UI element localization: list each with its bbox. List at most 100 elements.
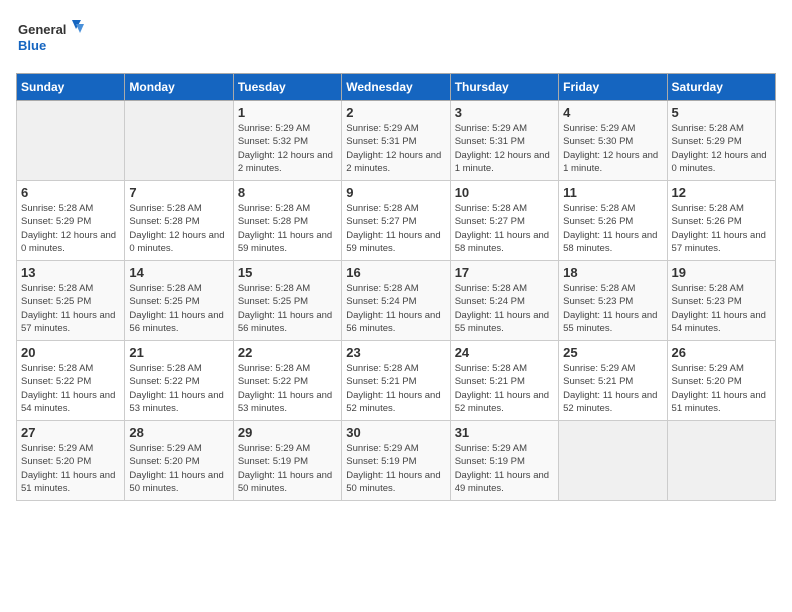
day-number: 10 [455, 185, 554, 200]
day-number: 9 [346, 185, 445, 200]
calendar-cell: 21 Sunrise: 5:28 AM Sunset: 5:22 PM Dayli… [125, 341, 233, 421]
calendar-cell: 28 Sunrise: 5:29 AM Sunset: 5:20 PM Dayli… [125, 421, 233, 501]
day-number: 29 [238, 425, 337, 440]
calendar-table: SundayMondayTuesdayWednesdayThursdayFrid… [16, 73, 776, 501]
day-number: 21 [129, 345, 228, 360]
day-info: Sunrise: 5:28 AM Sunset: 5:28 PM Dayligh… [238, 202, 337, 255]
day-info: Sunrise: 5:29 AM Sunset: 5:31 PM Dayligh… [346, 122, 445, 175]
calendar-cell: 29 Sunrise: 5:29 AM Sunset: 5:19 PM Dayli… [233, 421, 341, 501]
day-number: 26 [672, 345, 771, 360]
calendar-cell: 18Sunrise: 5:28 AM Sunset: 5:23 PM Dayli… [559, 261, 667, 341]
calendar-cell: 31 Sunrise: 5:29 AM Sunset: 5:19 PM Dayli… [450, 421, 558, 501]
day-info: Sunrise: 5:29 AM Sunset: 5:31 PM Dayligh… [455, 122, 554, 175]
calendar-cell: 7Sunrise: 5:28 AM Sunset: 5:28 PM Daylig… [125, 181, 233, 261]
day-number: 28 [129, 425, 228, 440]
calendar-cell: 3 Sunrise: 5:29 AM Sunset: 5:31 PM Daylig… [450, 101, 558, 181]
calendar-cell: 16 Sunrise: 5:28 AM Sunset: 5:24 PM Dayli… [342, 261, 450, 341]
day-number: 22 [238, 345, 337, 360]
calendar-cell [17, 101, 125, 181]
day-header-sunday: Sunday [17, 74, 125, 101]
day-info: Sunrise: 5:29 AM Sunset: 5:19 PM Dayligh… [455, 442, 554, 495]
calendar-week-3: 13 Sunrise: 5:28 AM Sunset: 5:25 PM Dayli… [17, 261, 776, 341]
day-info: Sunrise: 5:28 AM Sunset: 5:25 PM Dayligh… [21, 282, 120, 335]
calendar-cell: 15Sunrise: 5:28 AM Sunset: 5:25 PM Dayli… [233, 261, 341, 341]
day-info: Sunrise: 5:29 AM Sunset: 5:20 PM Dayligh… [21, 442, 120, 495]
day-number: 14 [129, 265, 228, 280]
calendar-cell: 23Sunrise: 5:28 AM Sunset: 5:21 PM Dayli… [342, 341, 450, 421]
day-info: Sunrise: 5:28 AM Sunset: 5:21 PM Dayligh… [346, 362, 445, 415]
calendar-cell: 2 Sunrise: 5:29 AM Sunset: 5:31 PM Daylig… [342, 101, 450, 181]
day-info: Sunrise: 5:28 AM Sunset: 5:29 PM Dayligh… [21, 202, 120, 255]
calendar-week-2: 6Sunrise: 5:28 AM Sunset: 5:29 PM Daylig… [17, 181, 776, 261]
day-number: 7 [129, 185, 228, 200]
day-info: Sunrise: 5:28 AM Sunset: 5:26 PM Dayligh… [563, 202, 662, 255]
calendar-cell: 11 Sunrise: 5:28 AM Sunset: 5:26 PM Dayli… [559, 181, 667, 261]
day-number: 24 [455, 345, 554, 360]
calendar-cell: 30Sunrise: 5:29 AM Sunset: 5:19 PM Dayli… [342, 421, 450, 501]
calendar-cell: 12 Sunrise: 5:28 AM Sunset: 5:26 PM Dayli… [667, 181, 775, 261]
day-info: Sunrise: 5:28 AM Sunset: 5:27 PM Dayligh… [346, 202, 445, 255]
calendar-cell: 19 Sunrise: 5:28 AM Sunset: 5:23 PM Dayli… [667, 261, 775, 341]
day-number: 12 [672, 185, 771, 200]
day-info: Sunrise: 5:28 AM Sunset: 5:25 PM Dayligh… [129, 282, 228, 335]
day-number: 11 [563, 185, 662, 200]
day-info: Sunrise: 5:28 AM Sunset: 5:23 PM Dayligh… [672, 282, 771, 335]
calendar-cell: 22 Sunrise: 5:28 AM Sunset: 5:22 PM Dayli… [233, 341, 341, 421]
day-number: 8 [238, 185, 337, 200]
day-info: Sunrise: 5:28 AM Sunset: 5:26 PM Dayligh… [672, 202, 771, 255]
day-header-thursday: Thursday [450, 74, 558, 101]
calendar-cell: 24 Sunrise: 5:28 AM Sunset: 5:21 PM Dayli… [450, 341, 558, 421]
calendar-cell: 20 Sunrise: 5:28 AM Sunset: 5:22 PM Dayli… [17, 341, 125, 421]
day-info: Sunrise: 5:28 AM Sunset: 5:22 PM Dayligh… [21, 362, 120, 415]
calendar-cell: 8 Sunrise: 5:28 AM Sunset: 5:28 PM Daylig… [233, 181, 341, 261]
day-info: Sunrise: 5:29 AM Sunset: 5:21 PM Dayligh… [563, 362, 662, 415]
calendar-cell [559, 421, 667, 501]
day-info: Sunrise: 5:28 AM Sunset: 5:22 PM Dayligh… [238, 362, 337, 415]
day-number: 2 [346, 105, 445, 120]
day-number: 20 [21, 345, 120, 360]
day-info: Sunrise: 5:28 AM Sunset: 5:21 PM Dayligh… [455, 362, 554, 415]
day-info: Sunrise: 5:29 AM Sunset: 5:30 PM Dayligh… [563, 122, 662, 175]
day-number: 5 [672, 105, 771, 120]
calendar-header-row: SundayMondayTuesdayWednesdayThursdayFrid… [17, 74, 776, 101]
calendar-cell [667, 421, 775, 501]
calendar-cell: 26Sunrise: 5:29 AM Sunset: 5:20 PM Dayli… [667, 341, 775, 421]
calendar-cell: 13 Sunrise: 5:28 AM Sunset: 5:25 PM Dayli… [17, 261, 125, 341]
day-header-wednesday: Wednesday [342, 74, 450, 101]
day-number: 27 [21, 425, 120, 440]
day-info: Sunrise: 5:28 AM Sunset: 5:29 PM Dayligh… [672, 122, 771, 175]
day-info: Sunrise: 5:28 AM Sunset: 5:24 PM Dayligh… [346, 282, 445, 335]
calendar-cell: 27 Sunrise: 5:29 AM Sunset: 5:20 PM Dayli… [17, 421, 125, 501]
day-number: 13 [21, 265, 120, 280]
day-header-tuesday: Tuesday [233, 74, 341, 101]
day-info: Sunrise: 5:28 AM Sunset: 5:22 PM Dayligh… [129, 362, 228, 415]
day-info: Sunrise: 5:28 AM Sunset: 5:27 PM Dayligh… [455, 202, 554, 255]
day-number: 17 [455, 265, 554, 280]
header: General Blue [16, 16, 776, 61]
svg-text:General: General [18, 22, 66, 37]
logo-svg: General Blue [16, 16, 86, 61]
day-info: Sunrise: 5:29 AM Sunset: 5:19 PM Dayligh… [238, 442, 337, 495]
svg-text:Blue: Blue [18, 38, 46, 53]
day-number: 16 [346, 265, 445, 280]
calendar-cell: 5 Sunrise: 5:28 AM Sunset: 5:29 PM Daylig… [667, 101, 775, 181]
day-number: 4 [563, 105, 662, 120]
day-info: Sunrise: 5:29 AM Sunset: 5:32 PM Dayligh… [238, 122, 337, 175]
day-info: Sunrise: 5:28 AM Sunset: 5:23 PM Dayligh… [563, 282, 662, 335]
calendar-cell: 6Sunrise: 5:28 AM Sunset: 5:29 PM Daylig… [17, 181, 125, 261]
day-header-saturday: Saturday [667, 74, 775, 101]
day-number: 3 [455, 105, 554, 120]
calendar-week-4: 20 Sunrise: 5:28 AM Sunset: 5:22 PM Dayli… [17, 341, 776, 421]
calendar-cell: 1Sunrise: 5:29 AM Sunset: 5:32 PM Daylig… [233, 101, 341, 181]
day-number: 31 [455, 425, 554, 440]
day-number: 19 [672, 265, 771, 280]
day-header-friday: Friday [559, 74, 667, 101]
calendar-week-5: 27 Sunrise: 5:29 AM Sunset: 5:20 PM Dayli… [17, 421, 776, 501]
logo: General Blue [16, 16, 86, 61]
calendar-cell [125, 101, 233, 181]
calendar-cell: 4 Sunrise: 5:29 AM Sunset: 5:30 PM Daylig… [559, 101, 667, 181]
day-info: Sunrise: 5:28 AM Sunset: 5:25 PM Dayligh… [238, 282, 337, 335]
day-info: Sunrise: 5:29 AM Sunset: 5:19 PM Dayligh… [346, 442, 445, 495]
calendar-body: 1Sunrise: 5:29 AM Sunset: 5:32 PM Daylig… [17, 101, 776, 501]
day-info: Sunrise: 5:29 AM Sunset: 5:20 PM Dayligh… [129, 442, 228, 495]
